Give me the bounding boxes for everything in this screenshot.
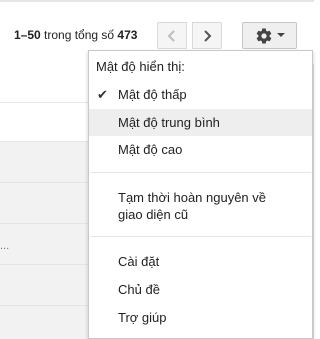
newer-page-button[interactable] <box>192 22 222 49</box>
list-row[interactable] <box>0 183 88 224</box>
revert-ui-label-line1: Tạm thời hoàn nguyên về <box>118 190 267 205</box>
settings-label: Cài đặt <box>118 254 160 269</box>
chevron-left-icon <box>167 29 175 42</box>
caret-down-icon <box>276 33 285 37</box>
older-page-button[interactable] <box>157 22 187 49</box>
chevron-right-icon <box>204 29 212 42</box>
menu-divider <box>90 236 311 237</box>
list-row[interactable] <box>0 224 88 265</box>
truncated-text: ... <box>0 240 10 252</box>
density-header: Mật độ hiển thị: <box>96 59 185 74</box>
help-option[interactable]: Trợ giúp <box>89 309 312 331</box>
density-low-label: Mật độ thấp <box>118 87 187 102</box>
revert-ui-label-line2: giao diện cũ <box>118 207 189 222</box>
pagination-count: 1–50 trong tổng số 473 <box>14 28 137 42</box>
list-row[interactable] <box>0 265 88 306</box>
density-medium-label: Mật độ trung bình <box>118 115 220 130</box>
density-medium-option[interactable]: Mật độ trung bình <box>89 109 312 136</box>
help-label: Trợ giúp <box>118 310 167 325</box>
themes-label: Chủ đề <box>118 282 160 297</box>
list-row[interactable] <box>0 306 88 339</box>
list-row[interactable] <box>0 64 88 103</box>
pagination-total: 473 <box>117 28 138 42</box>
density-high-option[interactable]: Mật độ cao <box>89 141 312 164</box>
settings-option[interactable]: Cài đặt <box>89 253 312 275</box>
check-icon: ✔ <box>97 87 108 102</box>
gear-icon <box>256 28 271 44</box>
themes-option[interactable]: Chủ đề <box>89 281 312 303</box>
menu-divider <box>90 172 311 173</box>
settings-menu: Mật độ hiển thị: ✔ Mật độ thấp Mật độ tr… <box>88 50 313 339</box>
list-row[interactable] <box>0 142 88 183</box>
pagination-range: 1–50 <box>14 28 41 42</box>
list-row[interactable] <box>0 103 88 142</box>
density-high-label: Mật độ cao <box>118 142 183 157</box>
density-low-option[interactable]: ✔ Mật độ thấp <box>89 86 312 109</box>
pagination-middle: trong tổng số <box>40 28 118 42</box>
settings-button[interactable] <box>242 22 297 49</box>
revert-ui-option[interactable]: Tạm thời hoàn nguyên về giao diện cũ <box>89 189 312 229</box>
